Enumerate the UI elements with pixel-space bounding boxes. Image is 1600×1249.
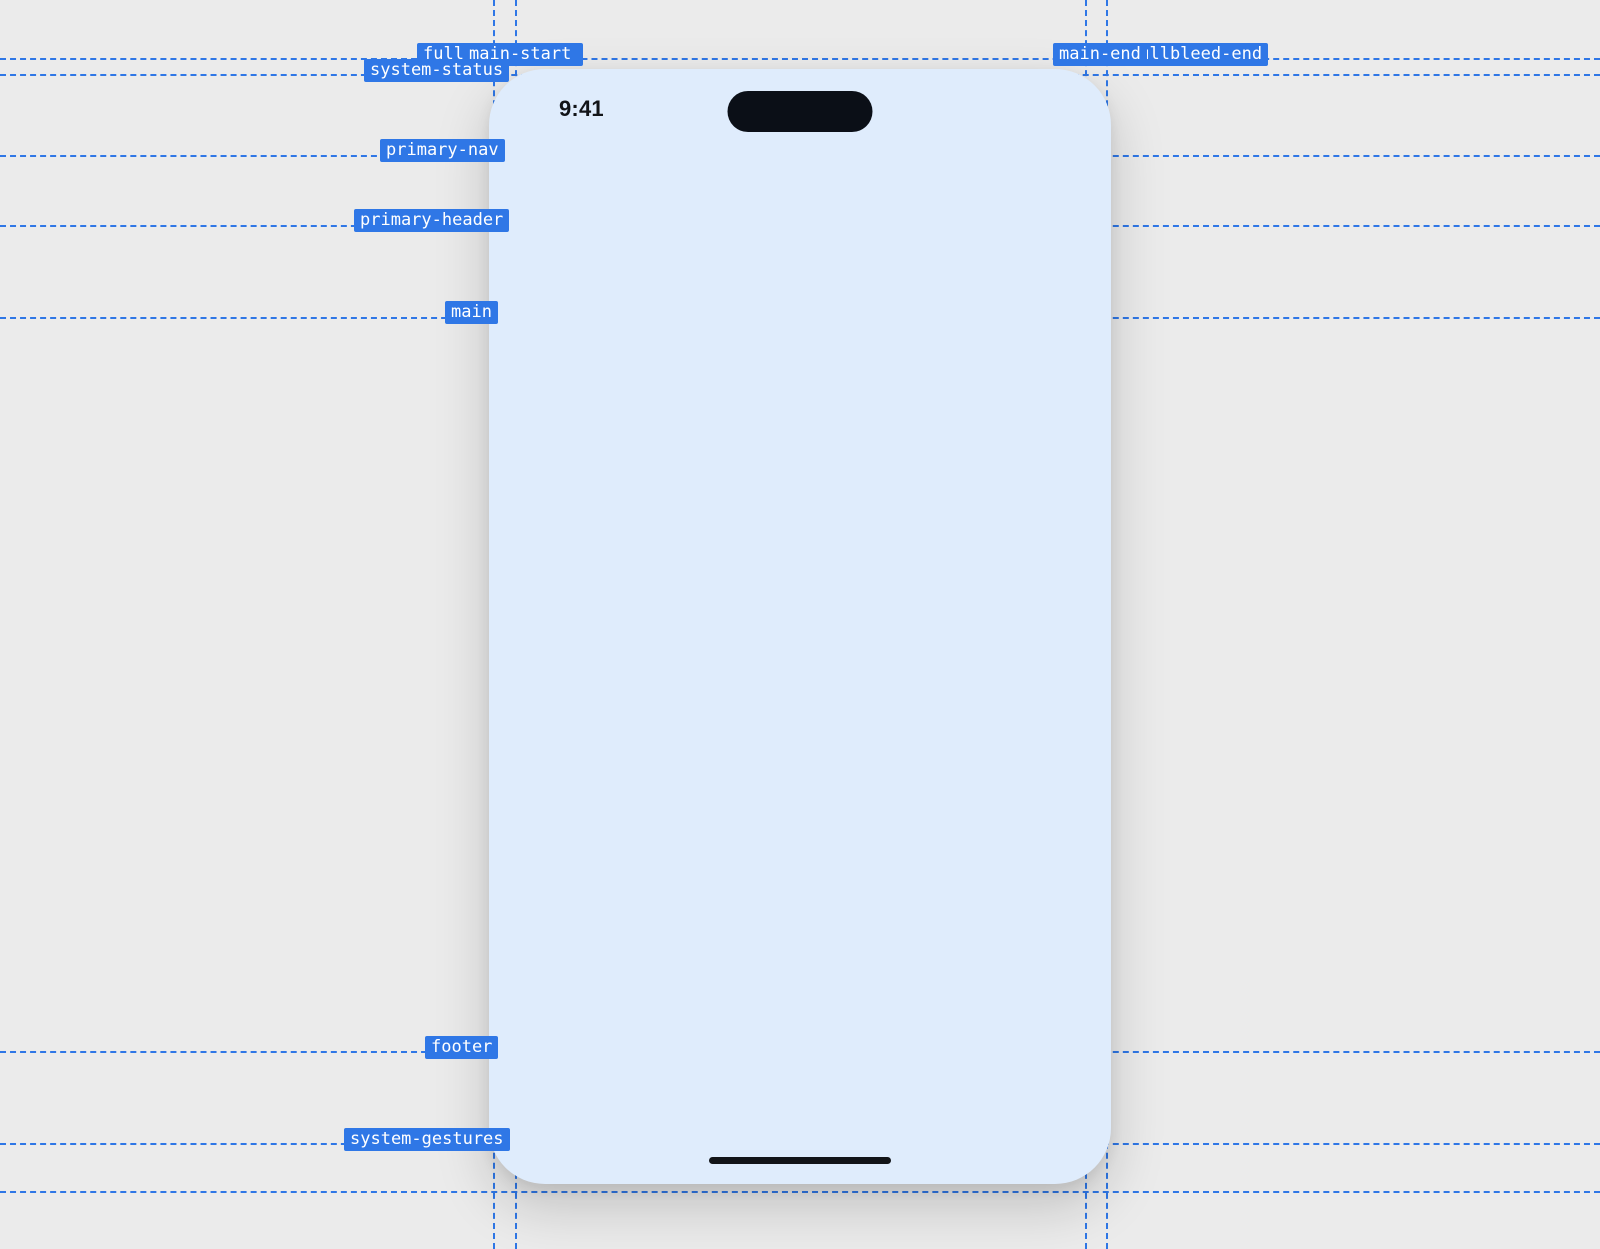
dynamic-island xyxy=(728,91,873,132)
home-indicator xyxy=(709,1157,891,1164)
status-bar-time: 9:41 xyxy=(559,96,604,122)
label-system-gestures: system-gestures xyxy=(344,1128,510,1151)
label-system-status: system-status xyxy=(364,59,509,82)
label-footer: footer xyxy=(425,1036,498,1059)
label-primary-nav: primary-nav xyxy=(380,139,505,162)
phone-device-frame: 9:41 xyxy=(489,69,1111,1184)
guide-fullbleed-bottom xyxy=(0,1191,1600,1193)
guide-fullbleed-top xyxy=(0,58,1600,60)
label-main-end: main-end xyxy=(1053,43,1147,66)
label-primary-header: primary-header xyxy=(354,209,509,232)
device-inner-border xyxy=(489,69,1111,1184)
label-main: main xyxy=(445,301,498,324)
